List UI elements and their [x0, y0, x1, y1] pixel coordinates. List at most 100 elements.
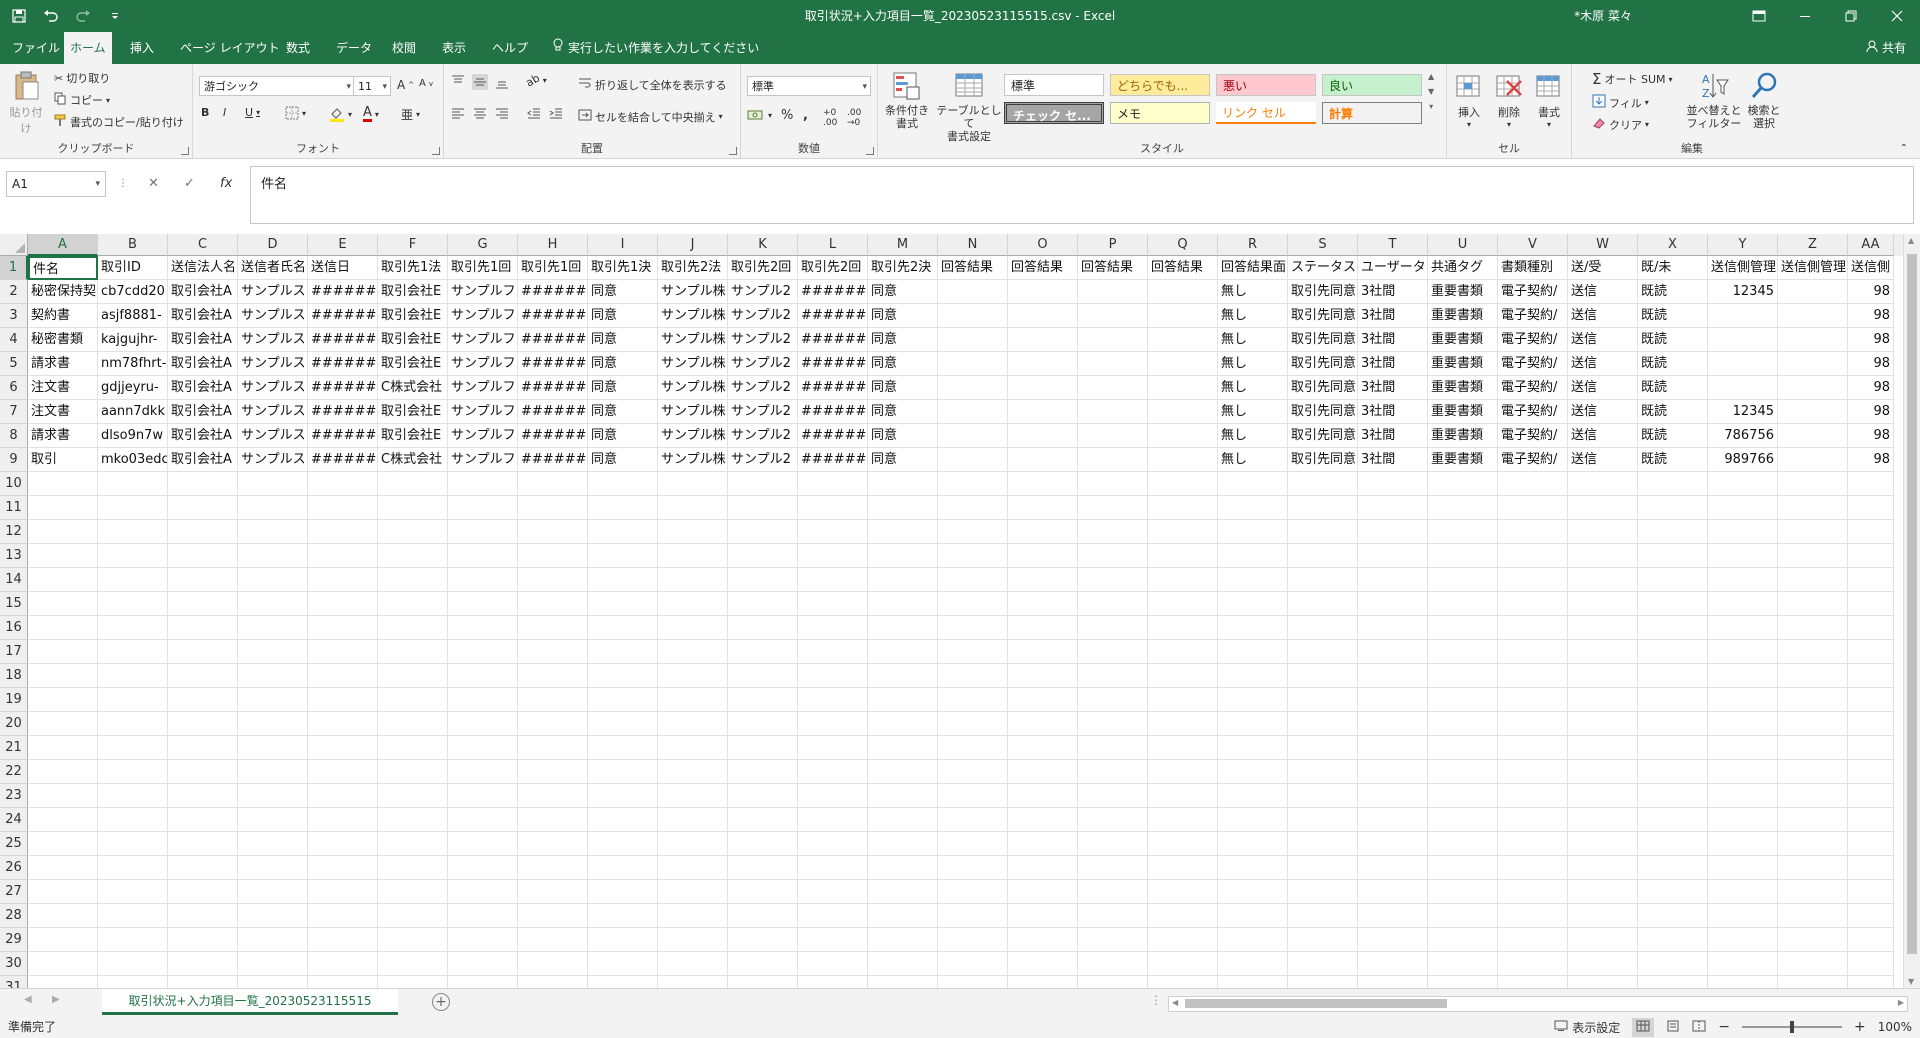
zoom-in-icon[interactable]: +	[1854, 1019, 1866, 1035]
table-cell[interactable]	[1008, 376, 1078, 400]
table-cell[interactable]: サンプルフ	[448, 376, 518, 400]
table-cell[interactable]	[168, 496, 238, 520]
table-cell[interactable]	[658, 808, 728, 832]
font-size-select[interactable]: 11	[353, 76, 391, 97]
table-cell[interactable]: サンプル2	[728, 352, 798, 376]
table-cell[interactable]	[168, 856, 238, 880]
insert-function-icon[interactable]: fx	[220, 171, 232, 197]
table-cell[interactable]	[1568, 760, 1638, 784]
table-cell[interactable]	[518, 784, 588, 808]
cell-style-good[interactable]: 良い	[1322, 74, 1422, 96]
table-cell[interactable]	[168, 976, 238, 988]
table-cell[interactable]: サンプルス	[238, 328, 308, 352]
row-header[interactable]: 18	[0, 664, 28, 688]
table-cell[interactable]	[518, 952, 588, 976]
table-cell[interactable]: kajgujhr-	[98, 328, 168, 352]
table-cell[interactable]	[1848, 928, 1894, 952]
table-cell[interactable]	[938, 640, 1008, 664]
table-cell[interactable]	[1848, 952, 1894, 976]
table-cell[interactable]	[378, 952, 448, 976]
table-cell[interactable]	[1358, 520, 1428, 544]
cell-style-linked[interactable]: リンク セル	[1216, 102, 1316, 124]
table-cell[interactable]	[728, 904, 798, 928]
table-cell[interactable]	[378, 808, 448, 832]
table-cell[interactable]	[1428, 640, 1498, 664]
worksheet-grid[interactable]: A B C D E F G H I J K L M N O P Q R S T U V W X Y Z AA 1 件名 取引ID 送信法人…	[0, 234, 1920, 988]
table-cell[interactable]	[28, 712, 98, 736]
table-cell[interactable]	[1288, 520, 1358, 544]
table-cell[interactable]	[938, 880, 1008, 904]
table-cell[interactable]: 送信	[1568, 328, 1638, 352]
table-cell[interactable]	[588, 592, 658, 616]
table-cell[interactable]	[238, 520, 308, 544]
table-cell[interactable]	[28, 640, 98, 664]
percent-icon[interactable]: %	[781, 108, 793, 123]
row-header[interactable]: 3	[0, 304, 28, 328]
table-cell[interactable]	[1428, 496, 1498, 520]
table-cell[interactable]	[308, 544, 378, 568]
table-cell[interactable]	[308, 568, 378, 592]
table-cell[interactable]: 同意	[588, 352, 658, 376]
table-cell[interactable]: #######	[308, 376, 378, 400]
table-cell[interactable]	[98, 664, 168, 688]
prev-sheet-icon[interactable]: ◀	[24, 994, 32, 1005]
table-cell[interactable]	[588, 808, 658, 832]
table-cell[interactable]	[588, 616, 658, 640]
table-cell[interactable]	[1638, 592, 1708, 616]
table-cell[interactable]: 同意	[588, 448, 658, 472]
table-cell[interactable]	[308, 664, 378, 688]
tab-insert[interactable]: 挿入	[124, 32, 160, 64]
table-cell[interactable]	[1848, 664, 1894, 688]
table-cell[interactable]	[1428, 736, 1498, 760]
table-cell[interactable]	[1218, 736, 1288, 760]
tab-file[interactable]: ファイル	[6, 32, 66, 64]
table-cell[interactable]	[98, 928, 168, 952]
table-cell[interactable]	[1148, 688, 1218, 712]
table-cell[interactable]	[98, 496, 168, 520]
column-header[interactable]: U	[1428, 234, 1498, 256]
table-cell[interactable]	[378, 832, 448, 856]
header-cell[interactable]: 取引先2回	[798, 256, 868, 280]
cell-style-note[interactable]: メモ	[1110, 102, 1210, 124]
table-cell[interactable]	[308, 592, 378, 616]
row-header[interactable]: 19	[0, 688, 28, 712]
table-cell[interactable]	[28, 832, 98, 856]
table-cell[interactable]	[28, 904, 98, 928]
row-header[interactable]: 21	[0, 736, 28, 760]
table-cell[interactable]: 無し	[1218, 328, 1288, 352]
table-cell[interactable]	[658, 472, 728, 496]
table-cell[interactable]: 請求書	[28, 424, 98, 448]
column-header[interactable]: L	[798, 234, 868, 256]
row-header[interactable]: 1	[0, 256, 28, 280]
table-cell[interactable]	[1778, 832, 1848, 856]
column-header[interactable]: R	[1218, 234, 1288, 256]
table-cell[interactable]	[588, 736, 658, 760]
table-cell[interactable]	[308, 616, 378, 640]
table-cell[interactable]	[658, 928, 728, 952]
row-header[interactable]: 11	[0, 496, 28, 520]
table-cell[interactable]	[1008, 784, 1078, 808]
table-cell[interactable]	[658, 544, 728, 568]
table-cell[interactable]	[938, 424, 1008, 448]
table-cell[interactable]	[1638, 712, 1708, 736]
column-header[interactable]: E	[308, 234, 378, 256]
table-cell[interactable]	[1708, 592, 1778, 616]
table-cell[interactable]	[1358, 952, 1428, 976]
table-cell[interactable]	[1708, 328, 1778, 352]
vertical-scrollbar[interactable]: ▲ ▼	[1903, 234, 1920, 988]
table-cell[interactable]: 取引会社E	[378, 352, 448, 376]
table-cell[interactable]	[1568, 856, 1638, 880]
column-header[interactable]: Y	[1708, 234, 1778, 256]
table-cell[interactable]	[1008, 424, 1078, 448]
table-cell[interactable]	[938, 736, 1008, 760]
table-cell[interactable]	[448, 760, 518, 784]
table-cell[interactable]	[938, 496, 1008, 520]
table-cell[interactable]	[238, 712, 308, 736]
table-cell[interactable]	[1778, 520, 1848, 544]
table-cell[interactable]: 無し	[1218, 400, 1288, 424]
row-header[interactable]: 7	[0, 400, 28, 424]
table-cell[interactable]	[588, 904, 658, 928]
row-header[interactable]: 13	[0, 544, 28, 568]
table-cell[interactable]	[1288, 544, 1358, 568]
table-cell[interactable]	[798, 712, 868, 736]
